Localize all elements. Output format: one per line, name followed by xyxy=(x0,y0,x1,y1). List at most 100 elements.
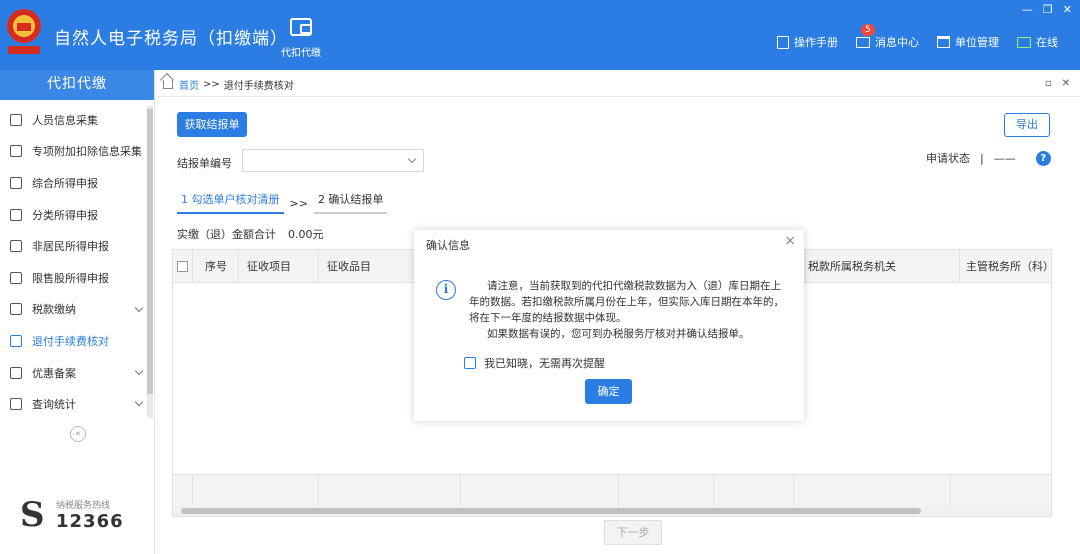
close-window-icon[interactable]: ✕ xyxy=(1063,3,1072,16)
sidebar-item-icon xyxy=(10,113,22,126)
dont-remind-label[interactable]: 我已知晓，无需再次提醒 xyxy=(484,355,605,371)
sidebar-item-icon xyxy=(10,366,22,379)
sidebar-item-6[interactable]: 税款缴纳 xyxy=(0,294,146,326)
fetch-report-button[interactable]: 获取结报单 xyxy=(177,112,247,137)
dont-remind-checkbox[interactable] xyxy=(464,357,476,369)
chevron-down-icon xyxy=(134,303,144,312)
column-header-index: 序号 xyxy=(193,250,239,283)
sidebar-header: 代扣代缴 xyxy=(0,70,154,100)
chevron-down-icon xyxy=(134,366,144,375)
sidebar-item-label: 专项附加扣除信息采集 xyxy=(32,145,142,159)
report-no-select[interactable] xyxy=(242,149,424,172)
app-title: 自然人电子税务局（扣缴端） xyxy=(54,29,288,49)
home-icon xyxy=(163,80,173,89)
message-icon xyxy=(856,36,870,48)
column-header-tax-authority: 税款所属税务机关 xyxy=(806,250,960,283)
dialog-paragraph-1: 请注意，当前获取到的代扣代缴税款数据为入（退）库日期在上年的数据。若扣缴税款所属… xyxy=(469,280,784,324)
maximize-icon[interactable]: ❐ xyxy=(1043,3,1053,16)
sidebar-scrollbar[interactable] xyxy=(147,106,153,418)
export-button[interactable]: 导出 xyxy=(1004,113,1050,137)
module-label: 代扣代缴 xyxy=(281,48,321,59)
column-header-tax-office: 主管税务所（科） xyxy=(966,260,1052,273)
table-footer-row xyxy=(173,474,1051,507)
sidebar-item-icon xyxy=(10,145,22,158)
message-badge: 5 xyxy=(861,24,875,36)
tax-emblem-logo xyxy=(7,9,41,54)
info-icon: i xyxy=(436,280,456,300)
dialog-message: 请注意，当前获取到的代扣代缴税款数据为入（退）库日期在上年的数据。若扣缴税款所属… xyxy=(469,278,791,342)
summary-label: 实缴（退）金额合计 xyxy=(177,228,276,241)
breadcrumb-home[interactable]: 首页 xyxy=(179,77,199,92)
hotline-number: 12366 xyxy=(56,511,124,532)
title-bar: 自然人电子税务局（扣缴端） 代扣代缴 操作手册 5 消息中心 单位管理 在线 —… xyxy=(0,0,1080,70)
sidebar-item-2[interactable]: 综合所得申报 xyxy=(0,167,146,199)
sidebar-item-5[interactable]: 限售股所得申报 xyxy=(0,262,146,294)
unit-management-button[interactable]: 单位管理 xyxy=(937,34,999,50)
sidebar-item-label: 优惠备案 xyxy=(32,366,76,380)
minimize-icon[interactable]: — xyxy=(1022,3,1033,16)
chevron-down-icon xyxy=(407,154,417,164)
select-all-cell xyxy=(173,250,193,283)
dialog-close-icon[interactable]: × xyxy=(784,233,796,249)
sidebar-item-label: 税款缴纳 xyxy=(32,303,76,317)
building-icon xyxy=(937,36,950,48)
sidebar-item-label: 非居民所得申报 xyxy=(32,240,109,254)
confirm-dialog: 确认信息 × i 请注意，当前获取到的代扣代缴税款数据为入（退）库日期在上年的数… xyxy=(414,230,804,421)
message-center-button[interactable]: 5 消息中心 xyxy=(856,24,919,50)
sidebar-item-0[interactable]: 人员信息采集 xyxy=(0,104,146,136)
sidebar-item-label: 综合所得申报 xyxy=(32,176,98,190)
collapse-sidebar-button[interactable]: « xyxy=(70,426,86,442)
hotline-logo-icon: S xyxy=(20,495,45,535)
chevron-down-icon xyxy=(134,398,144,407)
sidebar-item-icon xyxy=(10,303,22,316)
online-label: 在线 xyxy=(1036,36,1058,49)
manual-button[interactable]: 操作手册 xyxy=(777,34,838,50)
sidebar-item-icon xyxy=(10,334,22,347)
select-all-checkbox[interactable] xyxy=(177,261,188,272)
next-step-button[interactable]: 下一步 xyxy=(604,520,662,545)
sidebar-item-label: 查询统计 xyxy=(32,398,76,412)
sidebar-item-8[interactable]: 优惠备案 xyxy=(0,357,146,389)
amount-summary: 实缴（退）金额合计 0.00元 xyxy=(177,226,324,242)
dont-remind-checkbox-row[interactable]: 我已知晓，无需再次提醒 xyxy=(464,355,605,371)
unit-label: 单位管理 xyxy=(955,36,999,49)
sidebar-item-label: 分类所得申报 xyxy=(32,208,98,222)
breadcrumb: 首页 >> 退付手续费核对 xyxy=(163,77,294,92)
dialog-paragraph-2: 如果数据有误的，您可到办税服务厅核对并确认结报单。 xyxy=(487,328,750,340)
help-icon[interactable]: ? xyxy=(1035,150,1051,166)
status-label: 申请状态 xyxy=(926,152,970,165)
sidebar-item-1[interactable]: 专项附加扣除信息采集 xyxy=(0,136,146,168)
dialog-title: 确认信息 xyxy=(426,239,470,252)
sidebar-item-9[interactable]: 查询统计 xyxy=(0,388,146,420)
breadcrumb-current: 退付手续费核对 xyxy=(223,81,294,92)
sidebar-item-4[interactable]: 非居民所得申报 xyxy=(0,230,146,262)
message-label: 消息中心 xyxy=(875,36,919,49)
online-status-button[interactable]: 在线 xyxy=(1017,34,1058,50)
step-separator: >> xyxy=(289,197,308,210)
status-value: —— xyxy=(993,151,1016,165)
online-monitor-icon xyxy=(1017,36,1031,48)
step-2[interactable]: 2 确认结报单 xyxy=(313,191,388,214)
sidebar-item-label: 人员信息采集 xyxy=(32,113,98,127)
sidebar-item-icon xyxy=(10,271,22,284)
sidebar-item-icon xyxy=(10,208,22,221)
sidebar-menu: 人员信息采集专项附加扣除信息采集 综合所得申报 分类所得申报 非居民所得申报 限售股所得… xyxy=(0,104,146,420)
hotline-label: 纳税服务热线 xyxy=(56,501,111,511)
table-horizontal-scrollbar[interactable] xyxy=(173,506,1051,516)
close-panel-icon[interactable]: ✕ xyxy=(1062,78,1070,89)
status-separator: | xyxy=(980,151,984,165)
sidebar-item-icon xyxy=(10,398,22,411)
step-indicator: 1 勾选单户核对清册 >> 2 确认结报单 xyxy=(177,191,388,214)
module-withholding[interactable]: 代扣代缴 xyxy=(278,18,324,59)
manual-icon xyxy=(777,35,789,49)
summary-value: 0.00元 xyxy=(288,228,324,241)
sidebar-item-7[interactable]: 退付手续费核对 xyxy=(0,325,146,357)
sidebar-item-3[interactable]: 分类所得申报 xyxy=(0,199,146,231)
restore-panel-icon[interactable]: ▫ xyxy=(1045,78,1052,89)
step-1[interactable]: 1 勾选单户核对清册 xyxy=(177,191,284,214)
sidebar-item-label: 限售股所得申报 xyxy=(32,271,109,285)
column-header-levy-item: 征收项目 xyxy=(239,250,319,283)
dialog-ok-button[interactable]: 确定 xyxy=(585,379,632,404)
sidebar-item-icon xyxy=(10,240,22,253)
sidebar-item-label: 退付手续费核对 xyxy=(32,334,109,348)
